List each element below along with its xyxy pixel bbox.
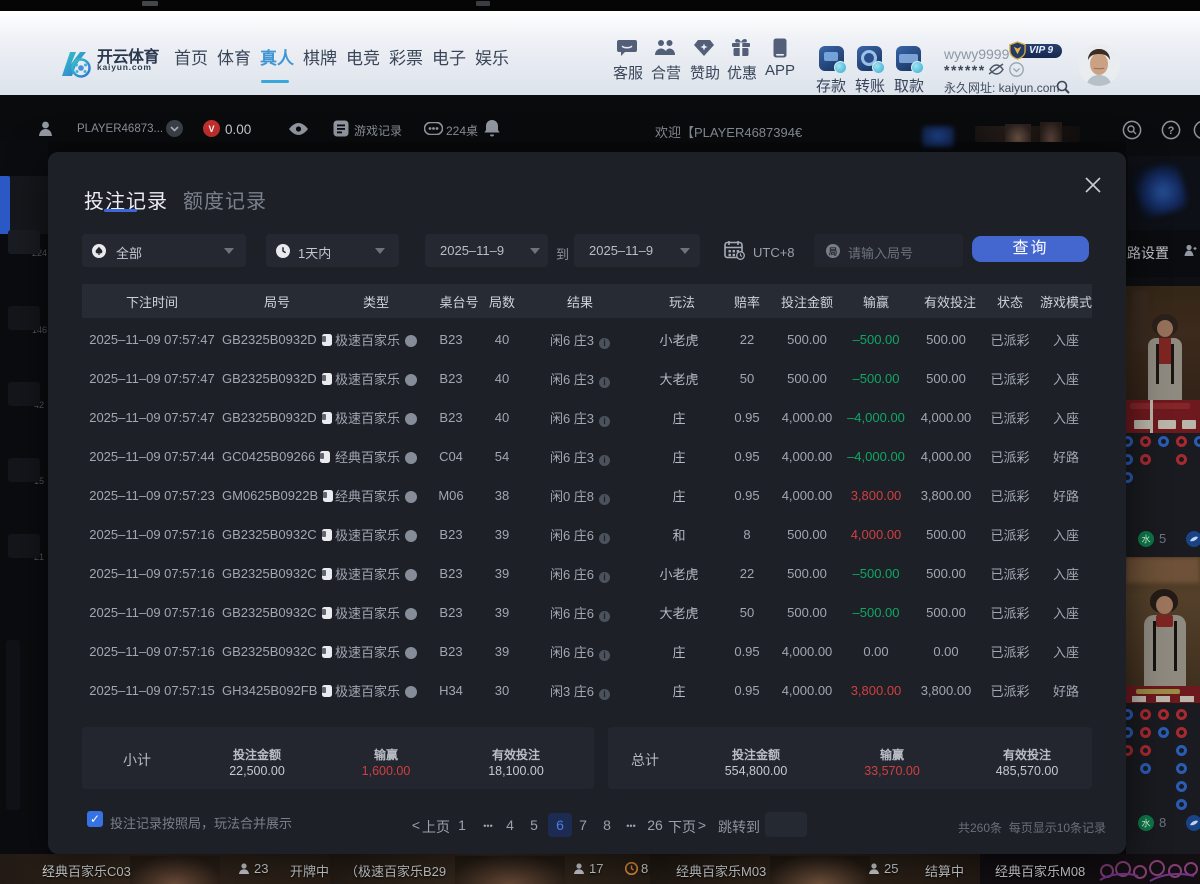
svg-text:水: 水 bbox=[1141, 818, 1150, 829]
svg-text:?: ? bbox=[1168, 125, 1175, 137]
svg-text:V: V bbox=[208, 124, 214, 134]
svg-text:水: 水 bbox=[1141, 534, 1150, 545]
svg-text:局: 局 bbox=[828, 246, 838, 256]
